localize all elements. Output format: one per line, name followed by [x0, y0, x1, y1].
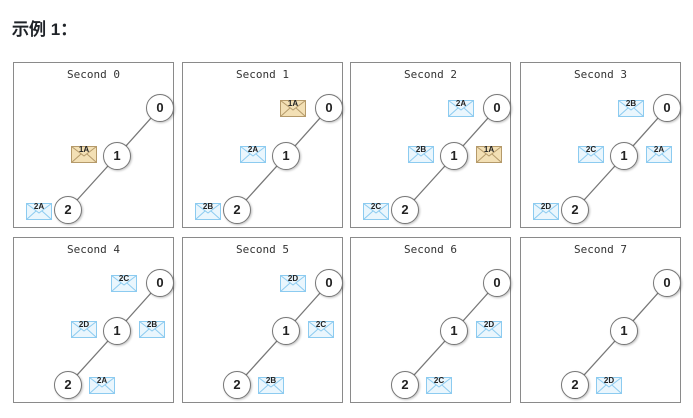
tree-node-1: 1	[440, 142, 468, 170]
second-panel: Second 3 0 1 2 2B 2C 2A 2D	[520, 62, 681, 228]
tree-node-1: 1	[610, 317, 638, 345]
tree-node-2: 2	[54, 196, 82, 224]
tree-node-1: 1	[440, 317, 468, 345]
tree-node-2: 2	[561, 196, 589, 224]
message-label: 2B	[625, 99, 637, 108]
message-label: 1A	[483, 145, 495, 154]
message-label: 2C	[433, 376, 445, 385]
message-envelope: 2A	[26, 202, 52, 220]
message-label: 2D	[78, 320, 90, 329]
tree-node-2: 2	[223, 371, 251, 399]
second-panel: Second 7 0 1 2 2D	[520, 237, 681, 403]
message-label: 2A	[455, 99, 467, 108]
message-envelope: 1A	[476, 145, 502, 163]
message-label: 2D	[540, 202, 552, 211]
message-label: 2A	[96, 376, 108, 385]
message-label: 2D	[287, 274, 299, 283]
message-envelope: 2A	[240, 145, 266, 163]
message-label: 2C	[585, 145, 597, 154]
message-label: 2D	[603, 376, 615, 385]
message-label: 1A	[78, 145, 90, 154]
tree-node-1: 1	[272, 142, 300, 170]
second-panel: Second 0 0 1 2 1A 2A	[13, 62, 174, 228]
message-label: 2B	[265, 376, 277, 385]
tree-node-0: 0	[146, 269, 174, 297]
tree-node-1: 1	[272, 317, 300, 345]
second-panel: Second 2 0 1 2 2A 2B 1A 2C	[350, 62, 511, 228]
message-envelope: 2D	[476, 320, 502, 338]
tree-node-0: 0	[146, 94, 174, 122]
message-envelope: 2B	[618, 99, 644, 117]
tree-node-2: 2	[391, 196, 419, 224]
second-panel: Second 5 0 1 2 2D 2C 2B	[182, 237, 343, 403]
message-envelope: 2B	[195, 202, 221, 220]
message-label: 2C	[315, 320, 327, 329]
message-envelope: 2C	[426, 376, 452, 394]
tree-node-1: 1	[103, 317, 131, 345]
message-label: 2B	[146, 320, 158, 329]
message-envelope: 2B	[408, 145, 434, 163]
message-envelope: 2C	[363, 202, 389, 220]
message-envelope: 2D	[596, 376, 622, 394]
message-envelope: 2A	[448, 99, 474, 117]
message-envelope: 2D	[533, 202, 559, 220]
message-envelope: 2C	[111, 274, 137, 292]
message-envelope: 2B	[258, 376, 284, 394]
message-envelope: 2B	[139, 320, 165, 338]
second-panel: Second 6 0 1 2 2D 2C	[350, 237, 511, 403]
second-panel: Second 4 0 1 2 2C 2D 2B 2A	[13, 237, 174, 403]
message-label: 2B	[202, 202, 214, 211]
message-label: 2A	[33, 202, 45, 211]
message-label: 2C	[118, 274, 130, 283]
tree-node-2: 2	[561, 371, 589, 399]
message-label: 2A	[247, 145, 259, 154]
tree-node-0: 0	[483, 269, 511, 297]
message-label: 2B	[415, 145, 427, 154]
message-envelope: 2D	[71, 320, 97, 338]
tree-node-2: 2	[223, 196, 251, 224]
message-label: 2A	[653, 145, 665, 154]
message-envelope: 2D	[280, 274, 306, 292]
tree-node-0: 0	[315, 269, 343, 297]
tree-node-2: 2	[54, 371, 82, 399]
tree-node-1: 1	[103, 142, 131, 170]
message-envelope: 2C	[578, 145, 604, 163]
message-envelope: 1A	[71, 145, 97, 163]
message-envelope: 2A	[89, 376, 115, 394]
message-envelope: 2C	[308, 320, 334, 338]
message-envelope: 1A	[280, 99, 306, 117]
example-heading: 示例 1：	[12, 20, 78, 39]
tree-node-0: 0	[653, 94, 681, 122]
message-label: 2C	[370, 202, 382, 211]
tree-node-0: 0	[483, 94, 511, 122]
message-label: 2D	[483, 320, 495, 329]
tree-node-0: 0	[653, 269, 681, 297]
tree-node-0: 0	[315, 94, 343, 122]
tree-node-1: 1	[610, 142, 638, 170]
message-label: 1A	[287, 99, 299, 108]
tree-node-2: 2	[391, 371, 419, 399]
second-panel: Second 1 0 1 2 1A 2A 2B	[182, 62, 343, 228]
message-envelope: 2A	[646, 145, 672, 163]
